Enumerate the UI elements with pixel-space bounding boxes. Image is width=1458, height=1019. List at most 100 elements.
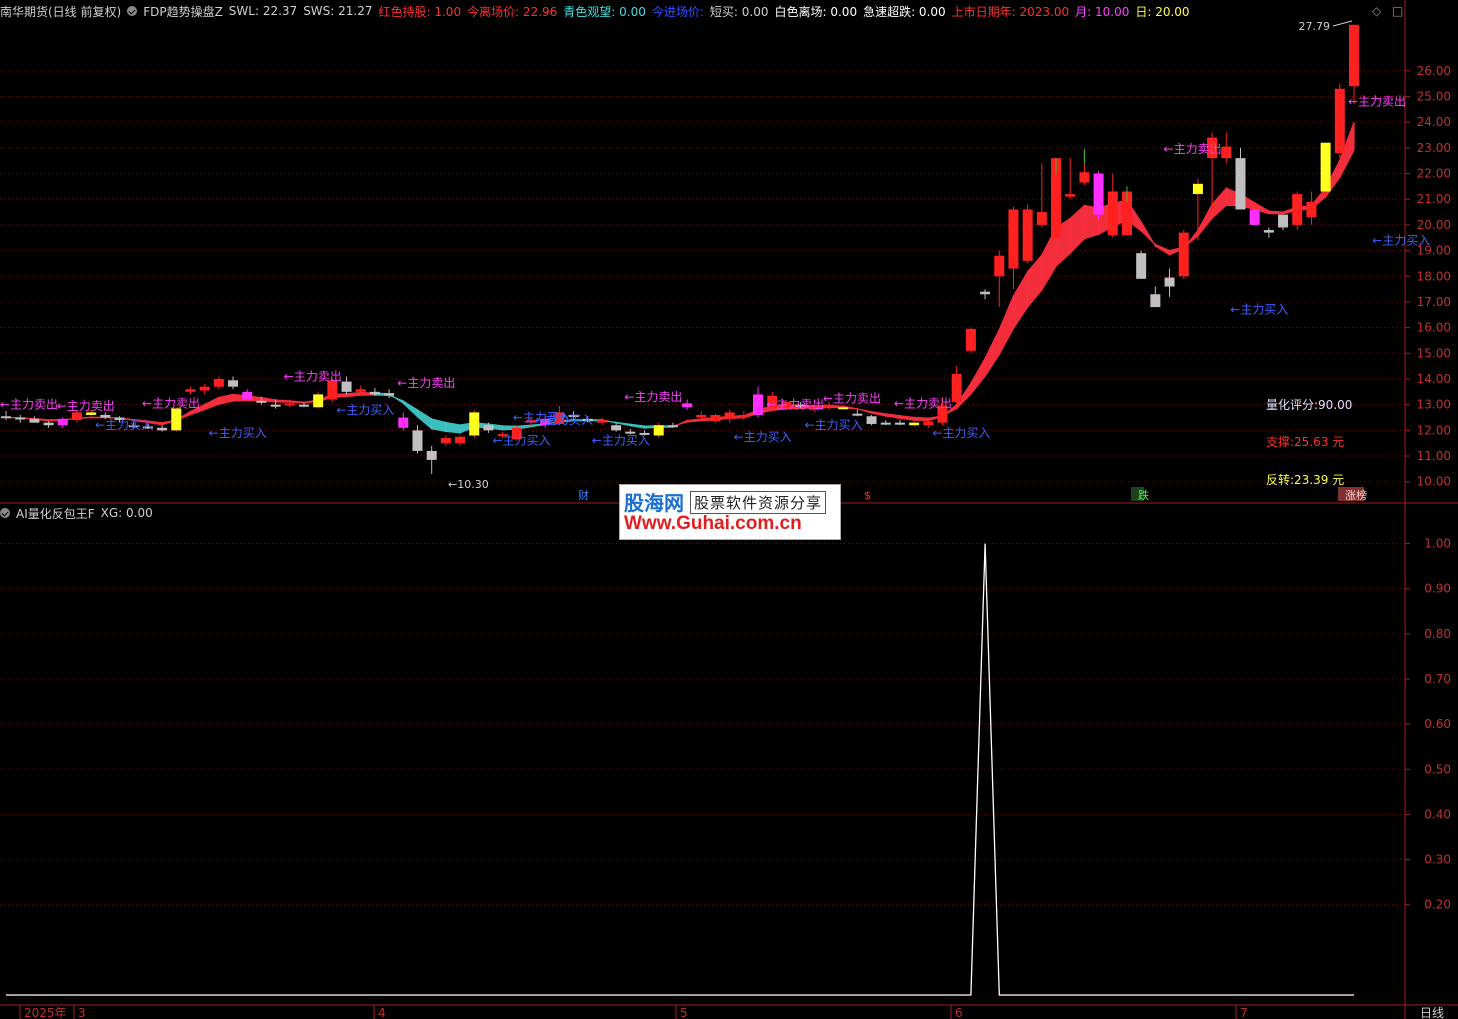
candle-body[interactable] xyxy=(909,422,920,426)
candle-body[interactable] xyxy=(199,386,210,391)
candle-body[interactable] xyxy=(426,450,437,460)
candle-body[interactable] xyxy=(1107,191,1118,236)
trend-band-segment xyxy=(275,399,291,403)
candle-body[interactable] xyxy=(923,421,934,426)
candle-body[interactable] xyxy=(171,408,182,431)
indicator-menu-icon[interactable] xyxy=(0,508,10,518)
trend-band-segment xyxy=(1012,269,1029,331)
candle-body[interactable] xyxy=(696,414,707,418)
candle-body[interactable] xyxy=(29,418,40,423)
candle-body[interactable] xyxy=(242,391,253,400)
indicator-menu-icon[interactable] xyxy=(127,6,138,16)
candle-body[interactable] xyxy=(1036,212,1047,225)
candle-body[interactable] xyxy=(866,416,877,424)
candle-body[interactable] xyxy=(157,427,168,431)
indicator-tick-label: 0.30 xyxy=(1424,853,1451,867)
candle-body[interactable] xyxy=(1065,194,1076,197)
candle-body[interactable] xyxy=(1079,172,1090,183)
trend-band-segment xyxy=(856,407,873,414)
trend-band-segment xyxy=(1069,204,1086,255)
candle-body[interactable] xyxy=(951,373,962,403)
candle-body[interactable] xyxy=(1334,88,1345,153)
candle-body[interactable] xyxy=(710,414,721,422)
date-tick-label: 7 xyxy=(1240,1006,1248,1019)
candle-body[interactable] xyxy=(213,378,224,387)
trend-band-segment xyxy=(1027,253,1043,309)
candle-body[interactable] xyxy=(753,394,764,415)
restore-square-icon[interactable]: □ xyxy=(1392,4,1403,18)
candle-body[interactable] xyxy=(341,381,352,392)
candle-body[interactable] xyxy=(880,422,891,425)
candle-body[interactable] xyxy=(1093,173,1104,215)
candle-body[interactable] xyxy=(1320,142,1331,192)
candle-body[interactable] xyxy=(1306,201,1317,218)
candle-body[interactable] xyxy=(355,389,366,392)
candle-body[interactable] xyxy=(738,414,749,418)
header-item-8: 短买: 0.00 xyxy=(709,4,769,19)
candle-body[interactable] xyxy=(228,380,239,387)
candle-body[interactable] xyxy=(596,420,607,423)
candle-body[interactable] xyxy=(369,391,380,395)
candle-body[interactable] xyxy=(43,422,54,426)
indicator-tick-label: 1.00 xyxy=(1424,537,1451,551)
candle-body[interactable] xyxy=(71,412,82,421)
candle-body[interactable] xyxy=(384,393,395,396)
candle-body[interactable] xyxy=(483,425,494,431)
candle-body[interactable] xyxy=(994,255,1005,277)
candle-body[interactable] xyxy=(980,291,991,295)
candle-body[interactable] xyxy=(298,404,309,407)
sell-signal-label: ←主力卖出 xyxy=(142,396,200,410)
candle-body[interactable] xyxy=(270,404,281,407)
candle-body[interactable] xyxy=(653,425,664,436)
candle-body[interactable] xyxy=(1164,277,1175,287)
candle-body[interactable] xyxy=(1136,253,1147,279)
candle-body[interactable] xyxy=(455,436,466,444)
candle-body[interactable] xyxy=(724,412,735,419)
candle-body[interactable] xyxy=(1,416,11,419)
period-label: 日线 xyxy=(1420,1006,1444,1019)
candle-body[interactable] xyxy=(469,412,480,436)
reverse-label: 反转:23.39 元 xyxy=(1266,472,1344,487)
candle-body[interactable] xyxy=(57,418,68,426)
candle-body[interactable] xyxy=(185,389,196,392)
price-tick-label: 10.00 xyxy=(1417,475,1451,489)
maximize-diamond-icon[interactable]: ◇ xyxy=(1372,4,1381,18)
header-item-1[interactable]: FDP趋势操盘Z xyxy=(143,3,223,20)
trend-band-segment xyxy=(615,421,631,427)
candle-body[interactable] xyxy=(284,403,295,406)
candle-body[interactable] xyxy=(1221,146,1232,159)
candle-body[interactable] xyxy=(1178,232,1189,277)
indicator-tick-label: 0.40 xyxy=(1424,807,1451,821)
candle-body[interactable] xyxy=(611,425,622,431)
candle-body[interactable] xyxy=(1263,230,1274,233)
candle-body[interactable] xyxy=(100,414,111,418)
candle-body[interactable] xyxy=(1022,209,1033,261)
candle-body[interactable] xyxy=(1235,158,1246,210)
candle-body[interactable] xyxy=(894,422,905,425)
candle-body[interactable] xyxy=(398,417,409,428)
header-item-0[interactable]: 南华期货(日线 前复权) xyxy=(0,3,121,20)
candle-body[interactable] xyxy=(1192,183,1203,195)
candle-body[interactable] xyxy=(412,430,423,451)
sell-signal-label: ←主力卖出 xyxy=(0,398,58,412)
candle-body[interactable] xyxy=(667,425,678,428)
price-tick-label: 16.00 xyxy=(1417,321,1451,335)
trend-band-segment xyxy=(204,396,220,411)
sell-signal-label: ←主力卖出 xyxy=(894,396,952,410)
candle-body[interactable] xyxy=(1150,294,1161,308)
candle-body[interactable] xyxy=(313,394,324,408)
candle-body[interactable] xyxy=(1008,209,1019,269)
candle-body[interactable] xyxy=(1278,214,1289,228)
candle-body[interactable] xyxy=(965,328,976,351)
candle-body[interactable] xyxy=(256,400,267,403)
candle-body[interactable] xyxy=(1349,24,1359,87)
candle-body[interactable] xyxy=(852,413,863,416)
trend-band-segment xyxy=(913,416,929,422)
candle-body[interactable] xyxy=(838,407,849,410)
candle-body[interactable] xyxy=(15,417,26,420)
candle-body[interactable] xyxy=(1292,194,1303,225)
sub-indicator-name[interactable]: AI量化反包王F xyxy=(16,505,95,522)
candle-body[interactable] xyxy=(1249,209,1260,225)
candle-body[interactable] xyxy=(682,403,693,408)
candle-body[interactable] xyxy=(440,438,451,444)
